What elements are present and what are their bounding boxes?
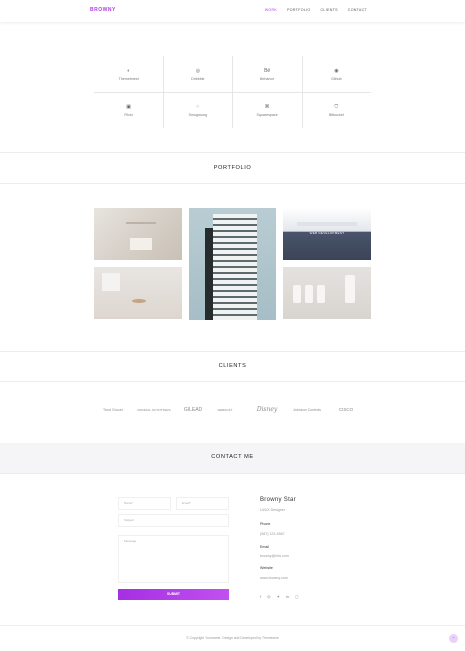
social-label: Themeforest — [118, 76, 139, 81]
twitter-icon[interactable]: ✦ — [277, 594, 280, 599]
image-detail — [297, 222, 357, 226]
client-logo[interactable]: Disney — [250, 398, 284, 422]
behance-icon: Bē — [264, 67, 271, 74]
image-detail — [130, 238, 152, 250]
client-logo[interactable]: Johnson Controls — [292, 398, 322, 422]
social-label: Smugmung — [188, 112, 208, 117]
email-value[interactable]: browny@info.com — [260, 554, 289, 558]
portfolio-image-tower[interactable] — [189, 208, 276, 320]
image-detail — [317, 285, 325, 303]
social-dribbble[interactable]: ◎ Dribbble — [163, 56, 232, 92]
contact-title: CONTACT ME — [211, 454, 254, 460]
dribbble-icon: ◎ — [195, 67, 201, 74]
social-github[interactable]: ◉ Github — [302, 56, 371, 92]
submit-button[interactable]: SUBMIT — [118, 589, 229, 600]
nav-item-work[interactable]: WORK — [265, 8, 277, 12]
image-detail — [305, 285, 313, 303]
section-divider — [0, 473, 465, 474]
client-logo[interactable]: Trust Grocer — [98, 398, 128, 422]
nav-menu: WORK PORTFOLIO CLIENTS CONTACT — [265, 8, 367, 12]
message-field[interactable]: Message — [118, 535, 229, 583]
footer-divider — [0, 625, 465, 626]
navbar: BROWNY WORK PORTFOLIO CLIENTS CONTACT — [0, 0, 465, 22]
image-detail — [345, 275, 355, 303]
portfolio-overlay-caption: WEB DEVELOPMENT — [309, 231, 345, 235]
section-divider — [0, 152, 465, 153]
social-label: Bitbucket — [328, 112, 344, 117]
nav-item-contact[interactable]: CONTACT — [348, 8, 367, 12]
scroll-to-top-button[interactable]: ⌃ — [449, 634, 458, 643]
image-detail — [213, 214, 257, 320]
contact-name: Browny Star — [260, 497, 296, 503]
website-value[interactable]: www.browny.com — [260, 576, 288, 580]
image-detail — [132, 299, 146, 303]
client-logo[interactable]: CISCO — [332, 398, 360, 422]
nav-item-portfolio[interactable]: PORTFOLIO — [287, 8, 310, 12]
phone-label: Phone — [260, 522, 271, 526]
chevron-up-icon: ⌃ — [451, 636, 456, 641]
nav-item-clients[interactable]: CLIENTS — [321, 8, 338, 12]
themeforest-icon: ◐ — [127, 67, 131, 74]
subject-field[interactable]: Subject — [118, 514, 229, 527]
portfolio-image-objects[interactable] — [283, 267, 371, 319]
portfolio-image-dining[interactable] — [94, 267, 182, 319]
section-divider — [0, 183, 465, 184]
social-squarespace[interactable]: ⌘ Squarespace — [233, 92, 302, 128]
contact-role: UI/UX Designer — [260, 508, 285, 512]
github-icon: ◉ — [334, 67, 339, 74]
email-label: Email — [260, 545, 269, 549]
social-themeforest[interactable]: ◐ Themeforest — [94, 56, 163, 92]
social-label: Dribbble — [191, 76, 205, 81]
social-smugmug[interactable]: ⁘ Smugmung — [163, 92, 232, 128]
bitbucket-icon: ⛉ — [334, 103, 339, 110]
phone-value: (987) 123-4567 — [260, 532, 285, 536]
website-label: Website — [260, 566, 273, 570]
portfolio-image-web-development[interactable]: WEB DEVELOPMENT — [283, 208, 371, 260]
squarespace-icon: ⌘ — [264, 103, 270, 110]
section-divider — [0, 381, 465, 382]
footer-copyright: © Copyright Yourname. Design and Develop… — [186, 636, 279, 640]
portfolio-title: PORTFOLIO — [213, 165, 252, 171]
facebook-icon[interactable]: f — [260, 594, 261, 599]
brand-logo[interactable]: BROWNY — [90, 7, 116, 13]
social-label: Flickr — [124, 112, 133, 117]
smugmug-icon: ⁘ — [195, 103, 200, 110]
flickr-icon: ▣ — [126, 103, 131, 110]
section-divider — [0, 351, 465, 352]
image-detail — [126, 222, 156, 224]
social-label: Github — [331, 76, 342, 81]
linkedin-icon[interactable]: in — [286, 594, 289, 599]
image-detail — [102, 273, 120, 291]
social-bitbucket[interactable]: ⛉ Bitbucket — [302, 92, 371, 128]
client-logo[interactable]: WEBSOFT — [214, 398, 236, 422]
contact-social-links: f ◎ ✦ in ◻ — [260, 594, 298, 599]
client-logo[interactable]: MONDIAL OUTFITTERS — [136, 398, 172, 422]
instagram-icon[interactable]: ◻ — [295, 594, 298, 599]
social-grid: ◐ Themeforest ◎ Dribbble Bē Behance ◉ Gi… — [94, 56, 371, 128]
client-logos: Trust Grocer MONDIAL OUTFITTERS GILEAD W… — [94, 398, 371, 422]
social-flickr[interactable]: ▣ Flickr — [94, 92, 163, 128]
email-field[interactable]: Email* — [176, 497, 229, 510]
social-label: Squarespace — [256, 112, 278, 117]
image-detail — [293, 285, 301, 303]
social-label: Behance — [260, 76, 275, 81]
clients-title: CLIENTS — [218, 363, 247, 369]
name-field[interactable]: Name* — [118, 497, 171, 510]
portfolio-image-interior[interactable] — [94, 208, 182, 260]
client-logo[interactable]: GILEAD — [176, 398, 210, 422]
social-behance[interactable]: Bē Behance — [233, 56, 302, 92]
dribbble-icon[interactable]: ◎ — [267, 594, 271, 599]
